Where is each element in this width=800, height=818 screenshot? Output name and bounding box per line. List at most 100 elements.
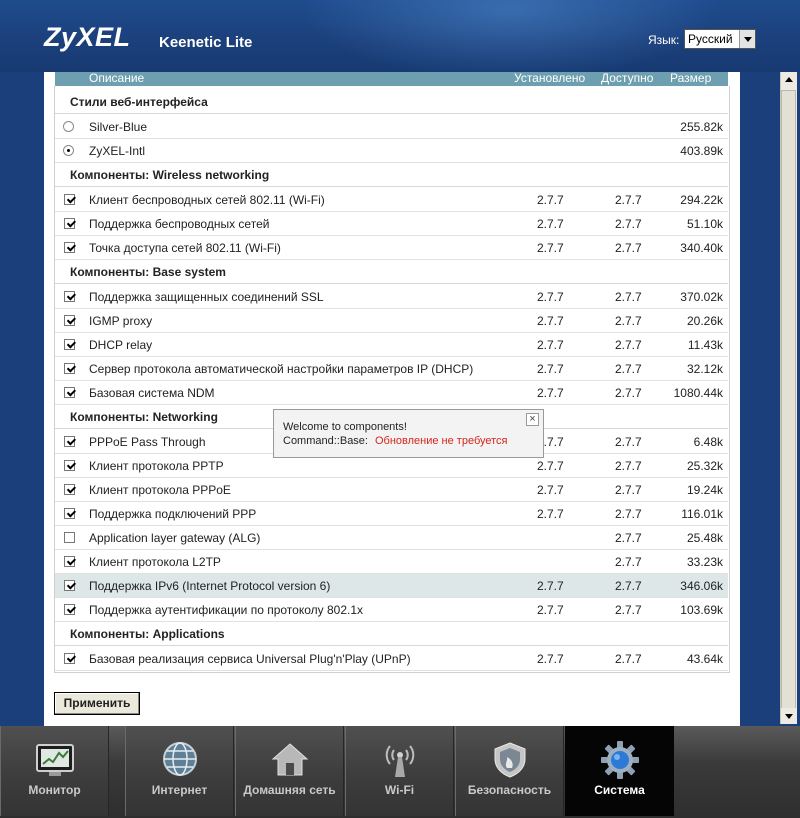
close-icon[interactable]: ×: [526, 413, 539, 426]
component-size: 294.22k: [680, 193, 723, 207]
component-size: 32.12k: [686, 362, 723, 376]
shield-icon: [494, 742, 525, 778]
component-size: 25.48k: [686, 531, 723, 545]
component-checkbox[interactable]: [64, 291, 75, 302]
installed-version: 2.7.7: [537, 217, 564, 231]
language-select[interactable]: Русский: [684, 29, 756, 49]
table-row: Клиент беспроводных сетей 802.11 (Wi-Fi)…: [55, 188, 728, 212]
component-size: 370.02k: [680, 290, 723, 304]
component-name: Клиент протокола PPTP: [89, 459, 224, 473]
group-title: Компоненты: Networking: [70, 410, 218, 424]
installed-version: 2.7.7: [537, 338, 564, 352]
installed-version: 2.7.7: [537, 386, 564, 400]
installed-version: 2.7.7: [537, 290, 564, 304]
header: ZyXEL Keenetic Lite Язык: Русский: [0, 0, 800, 80]
component-checkbox[interactable]: [64, 580, 75, 591]
component-name: PPPoE Pass Through: [89, 435, 206, 449]
installed-version: 2.7.7: [537, 314, 564, 328]
component-name: Сервер протокола автоматической настройк…: [89, 362, 474, 376]
table-row: DHCP relay 2.7.7 2.7.7 11.43k: [55, 333, 728, 357]
table-row: Базовая реализация сервиса Universal Plu…: [55, 647, 728, 671]
installed-version: 2.7.7: [537, 483, 564, 497]
installed-version: 2.7.7: [537, 579, 564, 593]
table-row: Поддержка защищенных соединений SSL 2.7.7…: [55, 285, 728, 309]
component-checkbox[interactable]: [64, 604, 75, 615]
component-name: DHCP relay: [89, 338, 153, 352]
component-checkbox[interactable]: [64, 218, 75, 229]
tab-security[interactable]: Безопасность: [455, 726, 564, 816]
group-title: Компоненты: Applications: [70, 627, 225, 641]
component-checkbox[interactable]: [64, 556, 75, 567]
table-row: IGMP proxy 2.7.7 2.7.7 20.26k: [55, 309, 728, 333]
column-size: Размер: [670, 71, 712, 85]
component-checkbox[interactable]: [64, 363, 75, 374]
component-checkbox[interactable]: [64, 653, 75, 664]
popup-status: Command::Base: Обновление не требуется: [283, 435, 508, 447]
component-name: Поддержка беспроводных сетей: [89, 217, 270, 231]
component-checkbox[interactable]: [64, 242, 75, 253]
component-name: Клиент протокола PPPoE: [89, 483, 231, 497]
component-size: 43.64k: [686, 652, 723, 666]
installed-version: 2.7.7: [537, 241, 564, 255]
component-size: 20.26k: [686, 314, 723, 328]
language-label: Язык:: [648, 33, 680, 47]
chevron-down-icon[interactable]: [739, 30, 755, 48]
component-size: 403.89k: [680, 144, 723, 158]
tab-system[interactable]: Система: [565, 726, 674, 816]
style-radio[interactable]: [63, 145, 74, 156]
available-version: 2.7.7: [615, 386, 642, 400]
group-title: Компоненты: Base system: [70, 265, 226, 279]
table-row: ZyXEL-Intl 403.89k: [55, 139, 728, 163]
component-name: Поддержка IPv6 (Internet Protocol versio…: [89, 579, 331, 593]
component-name: Базовая реализация сервиса Universal Plu…: [89, 652, 411, 666]
table-row: Application layer gateway (ALG) 2.7.7 25.4…: [55, 526, 728, 550]
component-checkbox[interactable]: [64, 387, 75, 398]
component-size: 19.24k: [686, 483, 723, 497]
component-checkbox[interactable]: [64, 484, 75, 495]
scrollbar-thumb[interactable]: [781, 90, 796, 710]
apply-button[interactable]: Применить: [54, 692, 140, 715]
brand-logo: ZyXEL: [44, 22, 131, 52]
tab-internet[interactable]: Интернет: [125, 726, 234, 816]
component-size: 51.10k: [686, 217, 723, 231]
table-row: Поддержка аутентификации по протоколу 80…: [55, 598, 728, 622]
tab-home-network[interactable]: Домашняя сеть: [235, 726, 344, 816]
installed-version: 2.7.7: [537, 459, 564, 473]
scroll-up-icon[interactable]: [781, 72, 797, 88]
component-checkbox[interactable]: [64, 194, 75, 205]
table-row: Сервер протокола автоматической настройк…: [55, 357, 728, 381]
scroll-down-icon[interactable]: [781, 708, 797, 724]
table-header: Описание Установлено Доступно Размер: [55, 71, 728, 86]
component-checkbox[interactable]: [64, 532, 75, 543]
group-title: Стили веб-интерфейса: [70, 95, 208, 109]
component-name: Клиент беспроводных сетей 802.11 (Wi-Fi): [89, 193, 325, 207]
popup-command: Command::Base:: [283, 435, 368, 447]
group-title: Компоненты: Wireless networking: [70, 168, 270, 182]
component-size: 255.82k: [680, 120, 723, 134]
tab-wifi[interactable]: Wi-Fi: [345, 726, 454, 816]
installed-version: 2.7.7: [537, 652, 564, 666]
gear-icon: [600, 741, 639, 779]
component-checkbox[interactable]: [64, 460, 75, 471]
home-icon: [271, 743, 308, 776]
vertical-scrollbar[interactable]: [780, 72, 797, 724]
installed-version: 2.7.7: [537, 507, 564, 521]
tab-home-network-label: Домашняя сеть: [243, 783, 336, 797]
model-name: Keenetic Lite: [159, 34, 253, 51]
component-checkbox[interactable]: [64, 436, 75, 447]
component-checkbox[interactable]: [64, 508, 75, 519]
component-checkbox[interactable]: [64, 339, 75, 350]
available-version: 2.7.7: [615, 435, 642, 449]
available-version: 2.7.7: [615, 507, 642, 521]
component-checkbox[interactable]: [64, 315, 75, 326]
style-radio[interactable]: [63, 121, 74, 132]
monitor-icon: [35, 744, 74, 776]
tab-monitor[interactable]: Монитор: [0, 726, 109, 816]
installed-version: 2.7.7: [537, 603, 564, 617]
popup-error-text: Обновление не требуется: [374, 435, 508, 447]
component-size: 6.48k: [693, 435, 723, 449]
installed-version: 2.7.7: [537, 193, 564, 207]
available-version: 2.7.7: [615, 314, 642, 328]
group-header: Компоненты: Wireless networking: [55, 163, 728, 187]
component-size: 33.23k: [686, 555, 723, 569]
